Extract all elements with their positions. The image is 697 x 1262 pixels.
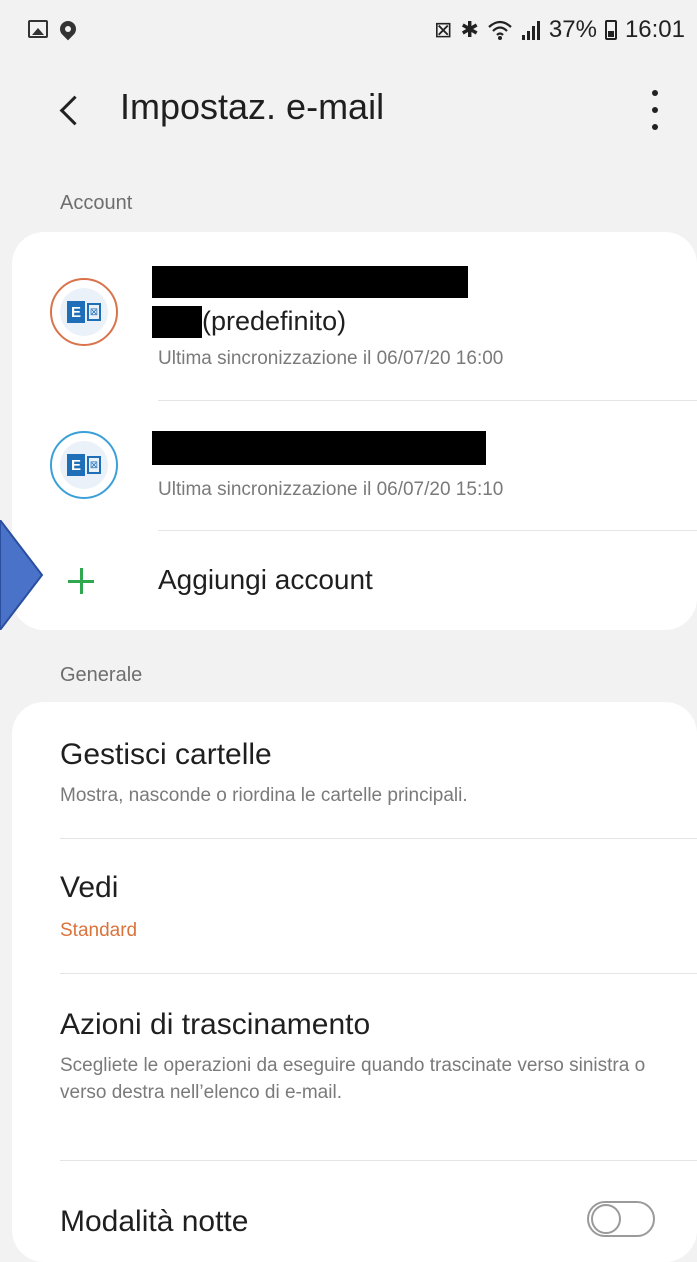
app-bar: Impostaz. e-mail bbox=[0, 64, 697, 164]
add-account-button[interactable]: Aggiungi account bbox=[12, 532, 697, 630]
account-sync-status: Ultima sincronizzazione il 06/07/20 16:0… bbox=[158, 348, 504, 369]
clock: 16:01 bbox=[624, 16, 685, 43]
battery-saver-icon: ⊠ bbox=[434, 17, 453, 43]
account-item-default[interactable]: E ⊠ (predefinito) Ultima sincronizzazione… bbox=[12, 232, 697, 400]
setting-subtitle: Mostra, nasconde o riordina le cartelle … bbox=[60, 785, 468, 806]
annotation-arrow bbox=[0, 520, 44, 630]
add-account-label: Aggiungi account bbox=[158, 564, 373, 595]
battery-percent: 37% bbox=[548, 16, 597, 43]
more-vert-icon bbox=[652, 90, 658, 96]
section-label-generale: Generale bbox=[60, 664, 143, 686]
setting-value: Standard bbox=[60, 920, 138, 941]
setting-title: Modalità notte bbox=[60, 1205, 249, 1238]
back-button[interactable] bbox=[52, 84, 96, 136]
divider bbox=[158, 530, 697, 531]
page-title: Impostaz. e-mail bbox=[120, 86, 385, 127]
redacted-email bbox=[152, 431, 486, 465]
setting-title: Azioni di trascinamento bbox=[60, 1008, 371, 1041]
account-sync-status: Ultima sincronizzazione il 06/07/20 15:1… bbox=[158, 479, 504, 500]
account-item[interactable]: E ⊠ Ultima sincronizzazione il 06/07/20 1… bbox=[12, 401, 697, 531]
toggle-knob bbox=[591, 1204, 621, 1234]
accounts-card: E ⊠ (predefinito) Ultima sincronizzazione… bbox=[12, 232, 697, 630]
setting-swipe-actions[interactable]: Azioni di trascinamento Scegliete le ope… bbox=[12, 974, 697, 1160]
exchange-icon: E ⊠ bbox=[50, 431, 118, 499]
night-mode-toggle[interactable] bbox=[587, 1201, 655, 1237]
setting-title: Gestisci cartelle bbox=[60, 738, 272, 771]
setting-subtitle: Scegliete le operazioni da eseguire quan… bbox=[60, 1055, 646, 1103]
wifi-icon bbox=[488, 20, 512, 40]
redacted-email bbox=[152, 306, 202, 338]
account-default-label: (predefinito) bbox=[202, 306, 347, 336]
more-options-button[interactable] bbox=[641, 90, 669, 130]
battery-icon bbox=[604, 20, 617, 40]
status-bar: ⊠ ✱ 37% 16:01 bbox=[0, 0, 697, 64]
setting-manage-folders[interactable]: Gestisci cartelle Mostra, nasconde o rio… bbox=[12, 702, 697, 838]
gallery-icon bbox=[28, 20, 48, 38]
setting-night-mode[interactable]: Modalità notte bbox=[12, 1161, 697, 1261]
plus-icon bbox=[68, 568, 94, 594]
signal-icon bbox=[521, 21, 540, 40]
setting-title: Vedi bbox=[60, 871, 119, 904]
setting-view[interactable]: Vedi Standard bbox=[12, 839, 697, 973]
bluetooth-icon: ✱ bbox=[460, 17, 479, 43]
general-card: Gestisci cartelle Mostra, nasconde o rio… bbox=[12, 702, 697, 1262]
redacted-email bbox=[152, 266, 468, 298]
location-pin-icon bbox=[56, 17, 80, 41]
section-label-account: Account bbox=[60, 192, 133, 214]
exchange-icon: E ⊠ bbox=[50, 278, 118, 346]
chevron-left-icon bbox=[59, 95, 89, 125]
